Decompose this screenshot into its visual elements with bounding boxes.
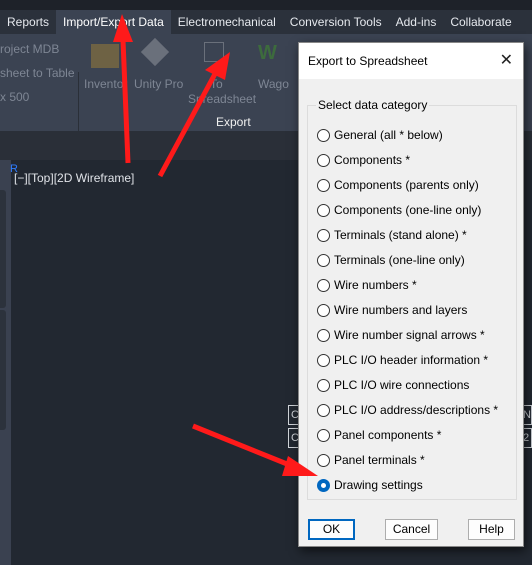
annotation-arrow — [192, 423, 293, 469]
annotation-arrow-head — [282, 456, 318, 476]
annotation-arrow-head — [205, 52, 230, 80]
annotation-arrow — [157, 70, 219, 178]
annotation-arrows — [113, 14, 318, 476]
annotation-arrow — [120, 39, 131, 164]
annotation-arrow-head — [113, 14, 133, 42]
